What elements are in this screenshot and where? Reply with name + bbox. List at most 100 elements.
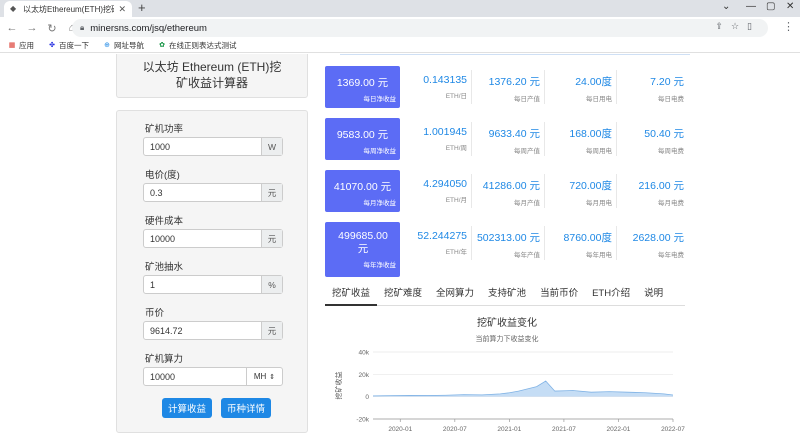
chart-tab-1[interactable]: 挖矿难度 <box>377 286 429 306</box>
chart-tab-4[interactable]: 当前币价 <box>533 286 585 306</box>
stat-fee: 2628.00 元每年电费 <box>633 222 684 264</box>
address-bar[interactable]: 🔒︎ minersns.com/jsq/ethereum ⇪☆▯ <box>72 19 768 37</box>
net-income-box: 499685.00 元每年净收益 <box>325 222 400 277</box>
bookmark-apps[interactable]: ▦ 应用 <box>8 40 34 51</box>
stat-divider <box>616 226 617 260</box>
select-arrows-icon: ⇕ <box>269 373 276 381</box>
calculate-button[interactable]: 计算收益 <box>162 398 212 418</box>
stat-power-value: 720.00度 <box>569 180 612 192</box>
stat-output-label: 每月产值 <box>514 200 540 207</box>
restore-icon[interactable]: ▢ <box>766 1 775 12</box>
stats-row-monthly: 41070.00 元每月净收益 4.294050 ETH/月 41286.00 元每月… <box>325 170 690 212</box>
pool-fee-unit: % <box>261 276 282 293</box>
chart-area <box>373 381 673 397</box>
stat-coin: 52.244275 ETH/年 <box>417 222 467 264</box>
stat-output-label: 每年产值 <box>514 252 540 259</box>
electricity-price-unit: 元 <box>261 184 282 201</box>
chart-tab-3[interactable]: 支持矿池 <box>481 286 533 306</box>
stat-coin-value: 1.001945 <box>423 126 467 138</box>
chart-title: 挖矿收益变化 <box>477 316 537 329</box>
stat-divider <box>616 70 617 104</box>
stat-output-value: 41286.00 元 <box>482 180 540 192</box>
chart-tab-5[interactable]: ETH介绍 <box>585 286 637 306</box>
coin-detail-button[interactable]: 币种详情 <box>221 398 271 418</box>
stat-divider <box>544 226 545 260</box>
electricity-price-value[interactable]: 0.3 <box>144 184 261 201</box>
stat-coin-label: ETH/日 <box>445 93 467 100</box>
net-income-label: 每年净收益 <box>363 262 397 269</box>
stat-power-value: 8760.00度 <box>563 232 612 244</box>
close-tab-icon[interactable]: ✕ <box>118 4 126 15</box>
hardware-cost-input[interactable]: 10000 元 <box>143 229 283 248</box>
coin-price-input[interactable]: 9614.72 元 <box>143 321 283 340</box>
hashrate-value[interactable]: 10000 <box>144 368 246 385</box>
reload-icon[interactable]: ↻ <box>44 22 60 35</box>
power-value[interactable]: 1000 <box>144 138 261 155</box>
stat-output: 1376.20 元每日产值 <box>489 66 540 108</box>
chart-xtick-label: 2020-01 <box>388 426 412 433</box>
chart-xtick-label: 2022-07 <box>661 426 685 433</box>
net-income-box: 9583.00 元每周净收益 <box>325 118 400 160</box>
stat-coin-value: 0.143135 <box>423 74 467 86</box>
net-income-value: 41070.00 元 <box>333 181 392 193</box>
chart-ylabel: 挖矿收益 <box>334 372 343 400</box>
stat-power: 8760.00度每年用电 <box>564 222 612 264</box>
hashrate-input[interactable]: 10000 MH ⇕ <box>143 367 283 386</box>
hashrate-unit-select[interactable]: MH ⇕ <box>246 368 282 385</box>
field-label-coin-price: 币价 <box>145 308 165 319</box>
stat-divider <box>616 122 617 156</box>
chart-tab-2[interactable]: 全网算力 <box>429 286 481 306</box>
tab-search-icon[interactable]: ⌄ <box>722 1 730 12</box>
chart-xtick-label: 2020-07 <box>443 426 467 433</box>
stat-fee-value: 2628.00 元 <box>632 232 684 244</box>
back-icon[interactable]: ← <box>4 22 20 34</box>
coin-price-value[interactable]: 9614.72 <box>144 322 261 339</box>
bookmark-baidu-label: 百度一下 <box>59 41 89 50</box>
hashrate-unit: MH <box>253 372 267 381</box>
bookmark-nav[interactable]: ⊕ 网址导航 <box>103 40 144 51</box>
stat-divider <box>544 122 545 156</box>
stat-divider <box>616 174 617 208</box>
address-bar-actions[interactable]: ⇪☆▯ <box>715 21 760 32</box>
stat-output-value: 9633.40 元 <box>488 128 540 140</box>
chart-tab-6[interactable]: 说明 <box>637 286 670 306</box>
stat-fee: 7.20 元每日电费 <box>650 66 684 108</box>
chart-tab-0[interactable]: 挖矿收益 <box>325 286 378 306</box>
net-income-value: 1369.00 元 <box>336 77 389 89</box>
stats-top-divider <box>340 54 690 56</box>
stat-divider <box>471 70 472 104</box>
bookmark-regex-label: 在线正则表达式测试 <box>169 41 237 50</box>
lock-icon[interactable]: 🔒︎ <box>80 23 84 33</box>
stat-power-label: 每周用电 <box>586 148 612 155</box>
field-label-hashrate: 矿机算力 <box>145 354 184 365</box>
stat-power-label: 每年用电 <box>586 252 612 259</box>
regex-icon: ✿ <box>159 41 165 49</box>
stat-power: 720.00度 每月用电 <box>569 170 612 212</box>
electricity-price-input[interactable]: 0.3 元 <box>143 183 283 202</box>
bookmark-baidu[interactable]: ✤ 百度一下 <box>48 40 89 51</box>
stats-row-yearly: 499685.00 元每年净收益 52.244275 ETH/年 502313.00 … <box>325 222 690 277</box>
apps-grid-icon: ▦ <box>8 41 16 49</box>
stat-coin-value: 52.244275 <box>417 230 467 242</box>
bookmark-nav-label: 网址导航 <box>114 41 144 50</box>
new-tab-icon[interactable]: + <box>138 1 146 15</box>
net-income-value: 499685.00 元 <box>338 230 388 255</box>
close-window-icon[interactable]: ✕ <box>786 1 794 12</box>
bookmark-regex[interactable]: ✿ 在线正则表达式测试 <box>158 40 237 51</box>
url-text: minersns.com/jsq/ethereum <box>90 22 207 34</box>
forward-icon[interactable]: → <box>24 22 40 34</box>
power-input[interactable]: 1000 W <box>143 137 283 156</box>
browser-tab[interactable]: ◆ 以太坊Ethereum(ETH)挖矿收益 ✕ <box>4 1 132 17</box>
pool-fee-input[interactable]: 1 % <box>143 275 283 294</box>
chart-ytick-label: 40k <box>359 350 370 357</box>
net-income-label: 每日净收益 <box>363 96 397 103</box>
ethereum-favicon-icon: ◆ <box>10 4 17 13</box>
hardware-cost-unit: 元 <box>261 230 282 247</box>
browser-menu-icon[interactable]: ⋮ <box>783 20 794 33</box>
stats-row-weekly: 9583.00 元每周净收益 1.001945 ETH/周 9633.40 元每周产值… <box>325 118 690 160</box>
hardware-cost-value[interactable]: 10000 <box>144 230 261 247</box>
pool-fee-value[interactable]: 1 <box>144 276 261 293</box>
stat-power-value: 24.00度 <box>575 76 612 88</box>
stat-fee-label: 每年电费 <box>658 252 684 259</box>
minimize-icon[interactable]: — <box>746 1 756 12</box>
